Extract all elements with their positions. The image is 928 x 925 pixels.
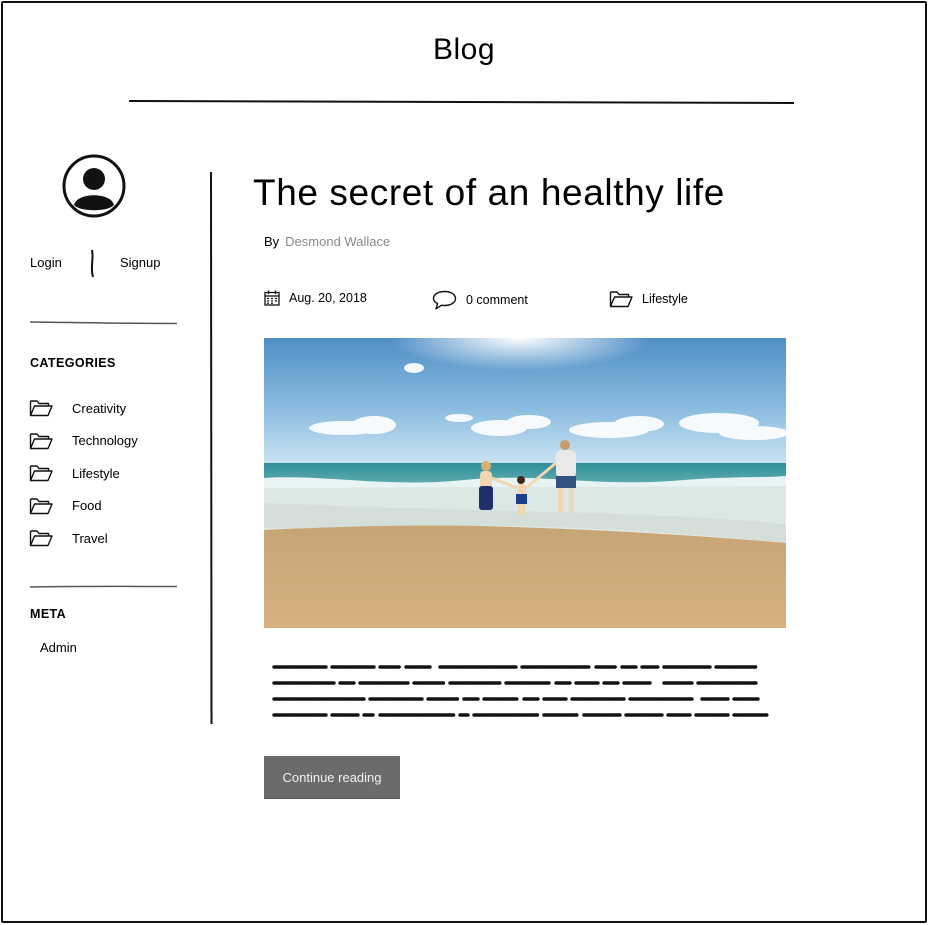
sidebar-divider (29, 585, 178, 588)
folder-icon (29, 463, 55, 483)
category-list: Creativity Technology Lifestyle Food Tra… (29, 392, 138, 555)
category-label: Lifestyle (72, 465, 120, 481)
post-comments[interactable]: 0 comment (432, 290, 528, 310)
auth-separator (90, 249, 94, 278)
post-title[interactable]: The secret of an healthy life (253, 172, 725, 214)
calendar-icon (264, 290, 280, 306)
continue-reading-button[interactable]: Continue reading (264, 756, 400, 798)
blog-title: Blog (432, 33, 496, 66)
folder-icon (29, 528, 55, 548)
comment-icon (432, 290, 457, 310)
sidebar-vertical-divider (209, 171, 213, 725)
signup-link[interactable]: Signup (120, 255, 160, 270)
comment-count: 0 comment (466, 293, 528, 307)
by-label: By (264, 234, 280, 249)
date-text: Aug. 20, 2018 (289, 291, 367, 305)
category-item-travel[interactable]: Travel (29, 522, 138, 555)
categories-heading: CATEGORIES (30, 356, 116, 370)
meta-item-admin[interactable]: Admin (40, 640, 77, 655)
sidebar-divider (29, 321, 178, 325)
meta-heading: META (30, 607, 67, 621)
folder-icon (29, 431, 55, 451)
folder-icon (609, 290, 633, 308)
category-item-lifestyle[interactable]: Lifestyle (29, 457, 138, 490)
post-category-label: Lifestyle (642, 292, 688, 306)
folder-icon (29, 496, 55, 516)
category-item-creativity[interactable]: Creativity (29, 392, 138, 425)
avatar-icon[interactable] (62, 154, 128, 220)
category-label: Creativity (72, 400, 127, 416)
category-label: Technology (72, 433, 138, 449)
header-divider (128, 99, 795, 104)
category-label: Travel (72, 530, 108, 546)
post-excerpt-text (272, 665, 770, 717)
folder-icon (29, 398, 55, 418)
login-link[interactable]: Login (30, 255, 62, 270)
post-category[interactable]: Lifestyle (609, 290, 688, 308)
post-image[interactable] (264, 338, 786, 628)
category-label: Food (72, 498, 102, 514)
author-link[interactable]: Desmond Wallace (285, 234, 390, 249)
category-item-food[interactable]: Food (29, 490, 138, 523)
post-byline: By Desmond Wallace (264, 234, 390, 249)
category-item-technology[interactable]: Technology (29, 425, 138, 458)
post-date: Aug. 20, 2018 (264, 290, 367, 306)
